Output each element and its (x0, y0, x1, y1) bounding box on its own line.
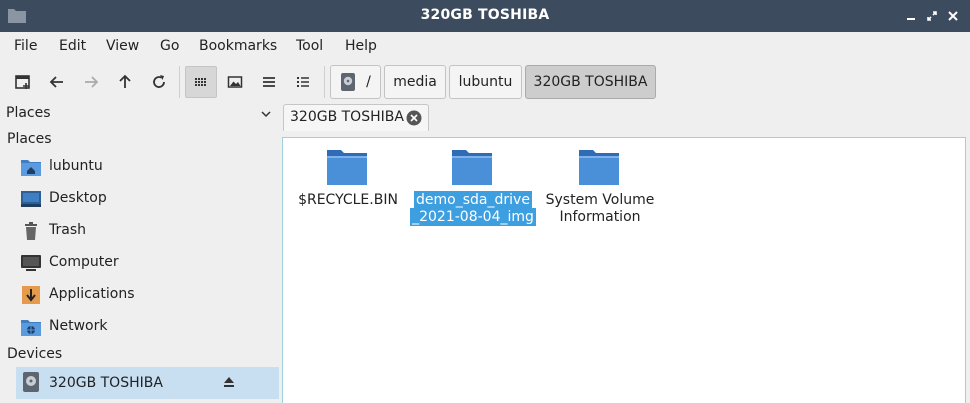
menu-bar: File Edit View Go Bookmarks Tool Help (0, 32, 970, 60)
menu-go[interactable]: Go (160, 38, 179, 54)
tab-320gb-toshiba[interactable]: 320GB TOSHIBA (283, 104, 429, 131)
back-icon (49, 76, 63, 88)
breadcrumb-label: lubuntu (458, 74, 513, 90)
sidebar-item-applications[interactable]: Applications (16, 280, 279, 310)
tab-label: 320GB TOSHIBA (290, 109, 404, 125)
breadcrumb-root[interactable]: / (330, 65, 381, 99)
toolbar-separator (324, 66, 325, 98)
file-name-line1: demo_sda_drive (414, 191, 532, 209)
trash-icon (25, 222, 37, 240)
close-tab-icon[interactable] (406, 110, 422, 126)
thumbnail-view-button[interactable] (219, 66, 251, 98)
section-places: Places (7, 131, 52, 147)
up-icon (119, 74, 131, 88)
icon-view-button[interactable] (185, 66, 217, 98)
breadcrumb-label: / (366, 74, 371, 90)
home-folder-icon (21, 160, 41, 176)
file-name-line1: System Volume (545, 192, 655, 208)
window-title: 320GB TOSHIBA (420, 7, 550, 23)
new-tab-icon (15, 75, 30, 89)
toolbar-separator (179, 66, 180, 98)
sidebar-item-label: Desktop (49, 190, 107, 206)
side-pane-mode-selector[interactable]: Places (0, 104, 281, 126)
eject-icon[interactable] (222, 375, 236, 389)
menu-file[interactable]: File (14, 38, 37, 54)
compact-view-button[interactable] (253, 66, 285, 98)
network-icon (21, 320, 41, 336)
file-name-line2: Information (559, 209, 641, 225)
breadcrumb-lubuntu[interactable]: lubuntu (449, 65, 522, 99)
reload-button[interactable] (143, 66, 175, 98)
sidebar-item-trash[interactable]: Trash (16, 216, 279, 246)
tab-bar: 320GB TOSHIBA (281, 104, 970, 131)
folder-icon (452, 150, 492, 185)
sidebar-item-lubuntu[interactable]: lubuntu (16, 152, 279, 182)
menu-edit[interactable]: Edit (59, 38, 86, 54)
sidebar-item-320gb-toshiba[interactable]: 320GB TOSHIBA (16, 367, 279, 399)
thumbnail-view-icon (227, 76, 243, 88)
compact-view-icon (263, 77, 275, 87)
forward-icon (85, 76, 99, 88)
applications-icon (22, 286, 40, 304)
chevron-down-icon (261, 111, 271, 118)
back-button[interactable] (41, 66, 73, 98)
menu-tool[interactable]: Tool (296, 38, 323, 54)
file-view[interactable]: $RECYCLE.BIN demo_sda_drive _2021-08-04_… (282, 137, 966, 403)
folder-icon (327, 150, 367, 185)
sidebar-item-label: Applications (49, 286, 135, 302)
breadcrumb-label: 320GB TOSHIBA (533, 74, 648, 90)
icon-view-icon (195, 78, 206, 86)
sidebar-item-label: Computer (49, 254, 119, 270)
breadcrumb-media[interactable]: media (384, 65, 446, 99)
sidebar-item-network[interactable]: Network (16, 312, 279, 342)
side-pane: Places Places lubuntu Desktop Trash Comp… (0, 104, 281, 403)
sidebar-item-label: 320GB TOSHIBA (49, 375, 163, 391)
drive-icon (23, 372, 39, 392)
toolbar: / media lubuntu 320GB TOSHIBA (0, 60, 970, 104)
computer-icon (21, 255, 41, 271)
file-name: $RECYCLE.BIN (283, 192, 413, 209)
sidebar-item-label: Network (49, 318, 108, 334)
up-button[interactable] (109, 66, 141, 98)
sidebar-item-desktop[interactable]: Desktop (16, 184, 279, 214)
desktop-icon (21, 191, 41, 207)
reload-icon (153, 75, 165, 88)
section-devices: Devices (7, 346, 63, 362)
sidebar-item-label: Trash (49, 222, 86, 238)
folder-icon (579, 150, 619, 185)
file-name: System Volume Information (535, 192, 665, 226)
new-tab-button[interactable] (7, 66, 39, 98)
file-name-line2: _2021-08-04_img (410, 208, 536, 226)
breadcrumb-320gb-toshiba[interactable]: 320GB TOSHIBA (525, 65, 656, 99)
file-name: demo_sda_drive _2021-08-04_img (408, 191, 538, 226)
side-pane-mode-label: Places (6, 105, 51, 121)
file-name-line1: $RECYCLE.BIN (298, 192, 398, 208)
title-bar[interactable]: 320GB TOSHIBA (0, 0, 970, 32)
breadcrumb-label: media (393, 74, 437, 90)
forward-button[interactable] (75, 66, 107, 98)
detailed-list-view-button[interactable] (287, 66, 319, 98)
restore-icon[interactable] (924, 8, 940, 24)
menu-help[interactable]: Help (345, 38, 377, 54)
menu-view[interactable]: View (106, 38, 139, 54)
sidebar-item-label: lubuntu (49, 158, 103, 174)
close-icon[interactable] (945, 8, 961, 24)
detailed-list-view-icon (297, 77, 309, 87)
drive-icon (341, 73, 356, 91)
minimize-icon[interactable] (903, 8, 919, 24)
sidebar-item-computer[interactable]: Computer (16, 248, 279, 278)
menu-bookmarks[interactable]: Bookmarks (199, 38, 277, 54)
